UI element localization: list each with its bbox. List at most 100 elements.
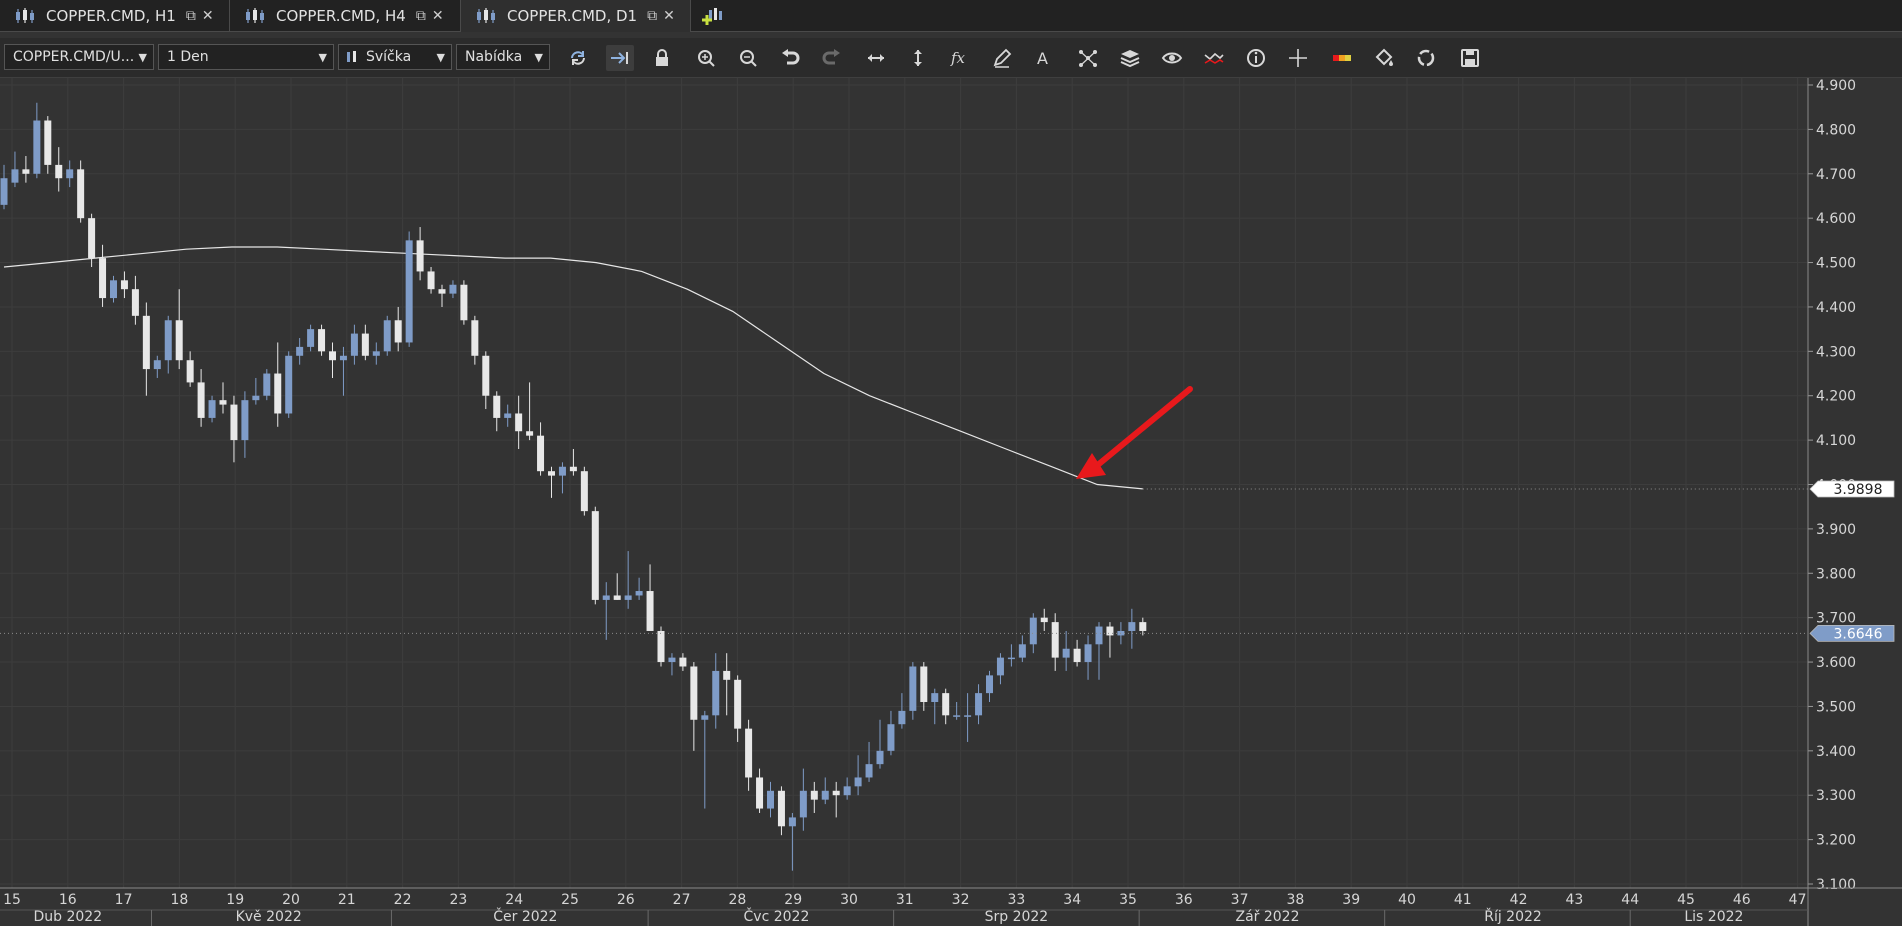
tab-copper-d1[interactable]: COPPER.CMD, D1 ⧉ ✕	[461, 0, 691, 32]
tab-bar: COPPER.CMD, H1 ⧉ ✕ COPPER.CMD, H4 ⧉ ✕ CO…	[0, 0, 1902, 32]
price-axis-label: 3.700	[1816, 611, 1856, 627]
candle-bearish	[734, 675, 742, 742]
drawing-tools-button[interactable]	[988, 45, 1016, 71]
chart-area[interactable]: 4.900 4.800 4.700 4.600 4.500 4.400 4.300 4.200…	[0, 78, 1902, 926]
candle-bullish	[1095, 622, 1103, 680]
signals-button[interactable]	[1200, 45, 1228, 71]
patterns-button[interactable]	[1074, 45, 1102, 71]
candle-body	[110, 280, 117, 299]
candle-body	[558, 466, 566, 476]
candle-body	[55, 164, 63, 179]
candle-body	[964, 715, 972, 717]
close-icon[interactable]: ✕	[663, 8, 675, 24]
candle-body	[931, 693, 939, 703]
time-axis-label: 22	[394, 892, 412, 908]
close-icon[interactable]: ✕	[432, 8, 444, 24]
candle-bearish	[482, 351, 490, 410]
tab-copper-h1[interactable]: COPPER.CMD, H1 ⧉ ✕	[0, 0, 230, 32]
eye-icon	[1161, 52, 1183, 64]
candle-bullish	[252, 377, 260, 405]
fill-color-button[interactable]	[1370, 45, 1398, 71]
candle-body	[164, 320, 172, 361]
candle-body	[372, 351, 380, 356]
text-tool-button[interactable]: A	[1030, 45, 1058, 71]
candle-bullish	[1062, 630, 1070, 671]
chart-type-select[interactable]: Svíčka ▼	[338, 44, 452, 70]
redo-button[interactable]	[818, 45, 846, 71]
candle-bearish	[657, 626, 665, 667]
tab-title: COPPER.CMD, H1	[46, 7, 176, 25]
horizontal-scale-button[interactable]	[862, 45, 890, 71]
popout-icon[interactable]: ⧉	[186, 8, 196, 24]
popout-icon[interactable]: ⧉	[416, 8, 426, 24]
month-label: Čer 2022	[493, 907, 557, 925]
symbol-select[interactable]: COPPER.CMD/U... ▼	[4, 44, 154, 70]
candle-bearish	[580, 466, 588, 516]
candle-bullish	[876, 719, 884, 769]
candle-body	[810, 790, 818, 800]
crosshair-button[interactable]	[1284, 45, 1312, 71]
candle-bullish	[66, 160, 74, 188]
price-axis-label: 3.100	[1816, 877, 1856, 893]
time-axis-label: 15	[3, 892, 21, 908]
vertical-scale-button[interactable]	[904, 45, 932, 71]
tab-copper-h4[interactable]: COPPER.CMD, H4 ⧉ ✕	[230, 0, 461, 32]
candle-bearish	[777, 786, 785, 836]
candle-bearish	[361, 324, 369, 361]
popout-icon[interactable]: ⧉	[647, 8, 657, 24]
price-chart[interactable]: 4.900 4.800 4.700 4.600 4.500 4.400 4.300 4.200…	[0, 78, 1902, 926]
time-axis-label: 32	[952, 892, 970, 908]
timeframe-select[interactable]: 1 Den ▼	[158, 44, 334, 70]
time-axis-label: 28	[728, 892, 746, 908]
candle-body	[591, 511, 599, 600]
candle-bearish	[745, 719, 753, 791]
add-chart-tab-icon[interactable]	[700, 4, 726, 28]
save-button[interactable]	[1456, 45, 1484, 71]
candle-body	[712, 670, 720, 716]
price-type-select[interactable]: Nabídka ▼	[456, 44, 550, 70]
zoom-out-button[interactable]	[734, 45, 762, 71]
autoscroll-button[interactable]	[606, 45, 634, 71]
candle-body	[142, 315, 150, 370]
candle-body	[416, 240, 424, 272]
candle-body	[1106, 626, 1114, 636]
price-axis-label: 3.300	[1816, 788, 1856, 804]
candle-body	[427, 271, 435, 290]
time-axis-label: 30	[840, 892, 858, 908]
price-axis-label: 3.200	[1816, 833, 1856, 849]
cycle-button[interactable]	[1412, 45, 1440, 71]
candle-body	[361, 333, 369, 356]
ruler-button[interactable]	[1328, 45, 1356, 71]
candle-body	[1040, 617, 1048, 623]
refresh-icon	[571, 51, 585, 65]
candle-bearish	[22, 156, 30, 183]
close-icon[interactable]: ✕	[202, 8, 214, 24]
candle-body	[613, 595, 621, 600]
candle-bearish	[1106, 622, 1114, 658]
candle-bearish	[186, 351, 194, 387]
undo-button[interactable]	[776, 45, 804, 71]
price-axis-label: 4.600	[1816, 211, 1856, 227]
indicators-button[interactable]: fx	[946, 45, 974, 71]
info-button[interactable]	[1242, 45, 1270, 71]
lock-button[interactable]	[648, 45, 676, 71]
candle-body	[920, 666, 928, 703]
ma-price-tag-text: 3.9898	[1834, 482, 1883, 498]
visibility-button[interactable]	[1158, 45, 1186, 71]
candle-body	[537, 435, 545, 472]
month-label: Říj 2022	[1484, 908, 1542, 925]
candle-bullish	[1007, 644, 1015, 667]
layers-button[interactable]	[1116, 45, 1144, 71]
candle-bearish	[548, 466, 555, 498]
zoom-in-button[interactable]	[692, 45, 720, 71]
candle-bearish	[99, 244, 107, 307]
text-icon: A	[1037, 49, 1048, 68]
candle-bullish	[701, 710, 709, 809]
candle-body	[953, 715, 961, 717]
candle-body	[723, 670, 731, 680]
candle-body	[77, 169, 85, 219]
candle-body	[383, 320, 391, 352]
candle-bullish	[405, 231, 413, 347]
candle-body	[821, 790, 829, 800]
refresh-button[interactable]	[564, 45, 592, 71]
